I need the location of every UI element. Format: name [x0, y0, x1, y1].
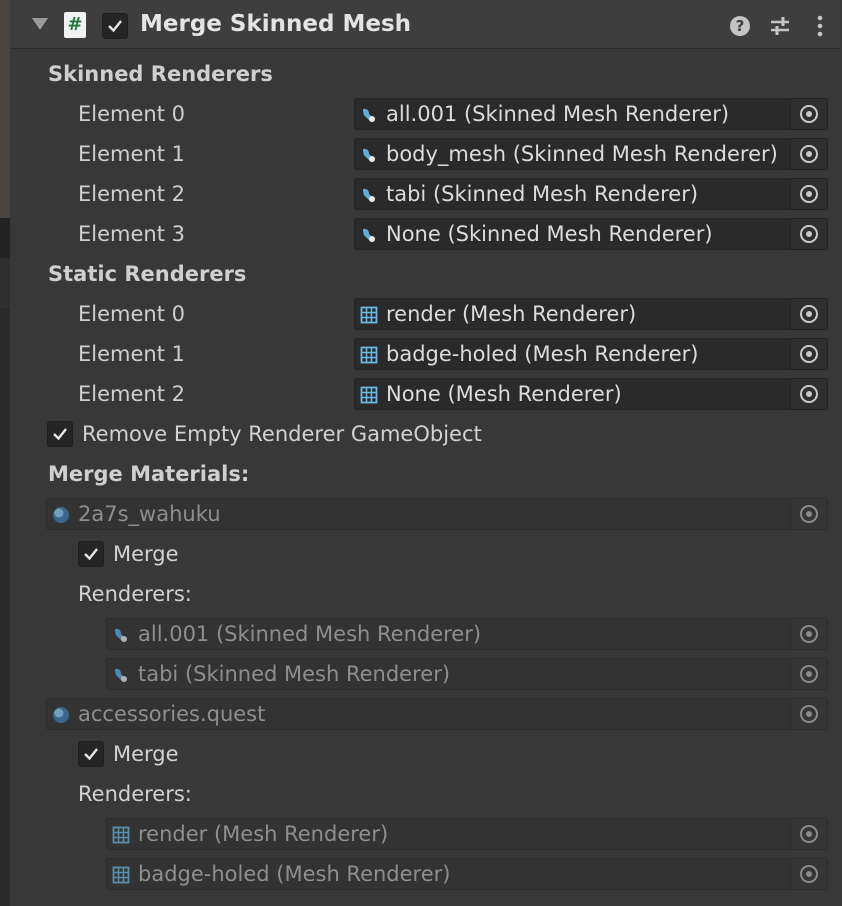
mesh-renderer-icon	[112, 826, 130, 844]
skinned-mesh-renderer-icon	[363, 188, 375, 202]
object-picker-button[interactable]	[790, 99, 827, 129]
inspector-panel	[10, 0, 842, 906]
skinned-element-label: Element 2	[78, 182, 185, 206]
merge-checkbox[interactable]	[78, 741, 104, 767]
static-element-field[interactable]: render (Mesh Renderer)	[354, 298, 828, 330]
group-renderer-field: all.001 (Skinned Mesh Renderer)	[106, 618, 828, 650]
checkmark-icon	[108, 20, 122, 33]
skinned-element-value: body_mesh (Skinned Mesh Renderer)	[386, 142, 778, 166]
group-renderer-value: all.001 (Skinned Mesh Renderer)	[138, 622, 482, 646]
object-picker-button[interactable]	[790, 379, 827, 409]
skinned-mesh-renderer-icon	[115, 628, 127, 642]
material-field: 2a7s_wahuku	[46, 498, 828, 530]
group-renderer-field: tabi (Skinned Mesh Renderer)	[106, 658, 828, 690]
object-picker-button[interactable]	[790, 219, 827, 249]
foldout-arrow-icon[interactable]	[32, 18, 48, 30]
material-icon	[53, 707, 69, 723]
skinned-element-label: Element 0	[78, 102, 185, 126]
static-renderers-label[interactable]: Static Renderers	[48, 262, 246, 286]
merge-label[interactable]: Merge	[113, 542, 179, 566]
skinned-element-value: all.001 (Skinned Mesh Renderer)	[386, 102, 730, 126]
skinned-element-value: None (Skinned Mesh Renderer)	[386, 222, 713, 246]
component-header[interactable]: # Merge Skinned Mesh ?	[10, 0, 840, 49]
more-options-icon[interactable]	[810, 14, 830, 38]
script-icon: #	[64, 12, 86, 38]
object-picker-button	[790, 499, 827, 529]
group-renderer-field: badge-holed (Mesh Renderer)	[106, 858, 828, 890]
left-edge-segment	[0, 218, 10, 258]
skinned-mesh-renderer-icon	[115, 668, 127, 682]
component-title: Merge Skinned Mesh	[140, 11, 412, 37]
renderers-label: Renderers:	[78, 582, 192, 606]
checkmark-icon	[53, 428, 67, 441]
skinned-mesh-renderer-icon	[363, 108, 375, 122]
group-renderer-value: tabi (Skinned Mesh Renderer)	[138, 662, 451, 686]
left-edge-segment	[0, 0, 10, 218]
object-picker-button	[790, 819, 827, 849]
mesh-renderer-icon	[360, 386, 378, 404]
presets-sliders-icon[interactable]	[768, 14, 792, 38]
object-picker-button[interactable]	[790, 179, 827, 209]
group-renderer-value: badge-holed (Mesh Renderer)	[138, 862, 451, 886]
static-element-label: Element 0	[78, 302, 185, 326]
remove-empty-label[interactable]: Remove Empty Renderer GameObject	[82, 422, 482, 446]
material-icon	[53, 507, 69, 523]
renderers-label: Renderers:	[78, 782, 192, 806]
skinned-element-value: tabi (Skinned Mesh Renderer)	[386, 182, 699, 206]
skinned-element-field[interactable]: tabi (Skinned Mesh Renderer)	[354, 178, 828, 210]
skinned-element-field[interactable]: body_mesh (Skinned Mesh Renderer)	[354, 138, 828, 170]
skinned-element-field[interactable]: all.001 (Skinned Mesh Renderer)	[354, 98, 828, 130]
static-element-value: render (Mesh Renderer)	[386, 302, 637, 326]
material-name: accessories.quest	[78, 702, 266, 726]
checkmark-icon	[84, 748, 98, 761]
skinned-element-field[interactable]: None (Skinned Mesh Renderer)	[354, 218, 828, 250]
group-renderer-field: render (Mesh Renderer)	[106, 818, 828, 850]
left-edge-strip	[0, 0, 10, 906]
merge-label[interactable]: Merge	[113, 742, 179, 766]
skinned-mesh-renderer-icon	[363, 148, 375, 162]
skinned-element-label: Element 3	[78, 222, 185, 246]
skinned-mesh-renderer-icon	[363, 228, 375, 242]
skinned-element-label: Element 1	[78, 142, 185, 166]
component-enabled-checkbox[interactable]	[102, 13, 128, 39]
group-renderer-value: render (Mesh Renderer)	[138, 822, 389, 846]
mesh-renderer-icon	[112, 866, 130, 884]
material-field: accessories.quest	[46, 698, 828, 730]
static-element-value: badge-holed (Mesh Renderer)	[386, 342, 699, 366]
static-element-label: Element 2	[78, 382, 185, 406]
merge-materials-label: Merge Materials:	[48, 462, 250, 486]
object-picker-button[interactable]	[790, 339, 827, 369]
mesh-renderer-icon	[360, 306, 378, 324]
object-picker-button	[790, 659, 827, 689]
object-picker-button	[790, 699, 827, 729]
object-picker-button[interactable]	[790, 139, 827, 169]
remove-empty-checkbox[interactable]	[47, 421, 73, 447]
static-element-label: Element 1	[78, 342, 185, 366]
object-picker-button	[790, 619, 827, 649]
checkmark-icon	[84, 548, 98, 561]
material-name: 2a7s_wahuku	[78, 502, 221, 526]
static-element-value: None (Mesh Renderer)	[386, 382, 622, 406]
mesh-renderer-icon	[360, 346, 378, 364]
help-icon[interactable]: ?	[730, 16, 750, 36]
skinned-renderers-label[interactable]: Skinned Renderers	[48, 62, 273, 86]
static-element-field[interactable]: None (Mesh Renderer)	[354, 378, 828, 410]
static-element-field[interactable]: badge-holed (Mesh Renderer)	[354, 338, 828, 370]
object-picker-button	[790, 859, 827, 889]
merge-checkbox[interactable]	[78, 541, 104, 567]
object-picker-button[interactable]	[790, 299, 827, 329]
left-edge-segment	[0, 258, 10, 308]
